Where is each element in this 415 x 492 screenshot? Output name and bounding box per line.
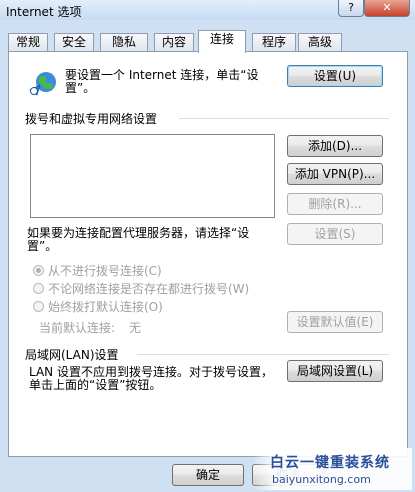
radio-never-dial[interactable]: 从不进行拨号连接(C)	[33, 262, 162, 278]
radio-label: 始终拨打默认连接(O)	[48, 300, 163, 314]
radio-indicator	[33, 283, 44, 294]
setup-button[interactable]: 设置(U)	[287, 65, 383, 87]
tab-content[interactable]: 内容	[154, 33, 194, 52]
connections-panel: 要设置一个 Internet 连接，单击“设置”。 设置(U) 拨号和虚拟专用网…	[8, 51, 408, 457]
tab-strip: 常规 安全 隐私 内容 连接 程序 高级	[8, 30, 408, 53]
tab-general[interactable]: 常规	[8, 33, 48, 52]
radio-dial-whenever[interactable]: 不论网络连接是否存在都进行拨号(W)	[33, 280, 249, 296]
watermark-title: 白云一键重装系统	[270, 455, 390, 471]
connections-list[interactable]	[30, 134, 275, 218]
setup-description: 要设置一个 Internet 连接，单击“设置”。	[65, 68, 259, 95]
set-default-button[interactable]: 设置默认值(E)	[287, 311, 383, 333]
lan-description: LAN 设置不应用到拨号连接。对于拨号设置，单击上面的“设置”按钮。	[29, 365, 273, 392]
group-divider	[137, 354, 389, 355]
radio-indicator	[33, 301, 44, 312]
help-button[interactable]: ?	[338, 0, 364, 17]
add-connection-button[interactable]: 添加(D)...	[287, 135, 383, 157]
current-default-label: 当前默认连接:	[39, 321, 116, 335]
lan-settings-button[interactable]: 局域网设置(L)	[287, 360, 383, 382]
tab-advanced[interactable]: 高级	[298, 33, 342, 52]
title-bar: Internet 选项 ? ✕	[0, 0, 415, 20]
lan-group-title: 局域网(LAN)设置	[25, 348, 119, 362]
watermark-url: baiyunxitong.com	[272, 473, 371, 486]
dialup-group-title: 拨号和虚拟专用网络设置	[25, 112, 158, 126]
radio-always-dial[interactable]: 始终拨打默认连接(O)	[33, 298, 163, 314]
settings-button[interactable]: 设置(S)	[287, 223, 383, 245]
remove-button[interactable]: 删除(R)...	[287, 193, 383, 215]
tab-privacy[interactable]: 隐私	[100, 33, 148, 52]
tab-security[interactable]: 安全	[54, 33, 94, 52]
close-button[interactable]: ✕	[364, 0, 410, 17]
radio-label: 不论网络连接是否存在都进行拨号(W)	[48, 282, 250, 296]
tab-programs[interactable]: 程序	[252, 33, 296, 52]
window-title: Internet 选项	[6, 5, 82, 19]
current-default-value: 无	[129, 321, 142, 335]
globe-network-icon	[29, 72, 56, 96]
radio-label: 从不进行拨号连接(C)	[48, 264, 162, 278]
add-vpn-button[interactable]: 添加 VPN(P)...	[287, 163, 383, 185]
tab-connections[interactable]: 连接	[198, 30, 246, 53]
group-divider	[179, 118, 389, 119]
radio-indicator	[33, 265, 44, 276]
ok-button[interactable]: 确定	[172, 464, 244, 486]
proxy-description: 如果要为连接配置代理服务器，请选择“设置”。	[27, 226, 250, 253]
